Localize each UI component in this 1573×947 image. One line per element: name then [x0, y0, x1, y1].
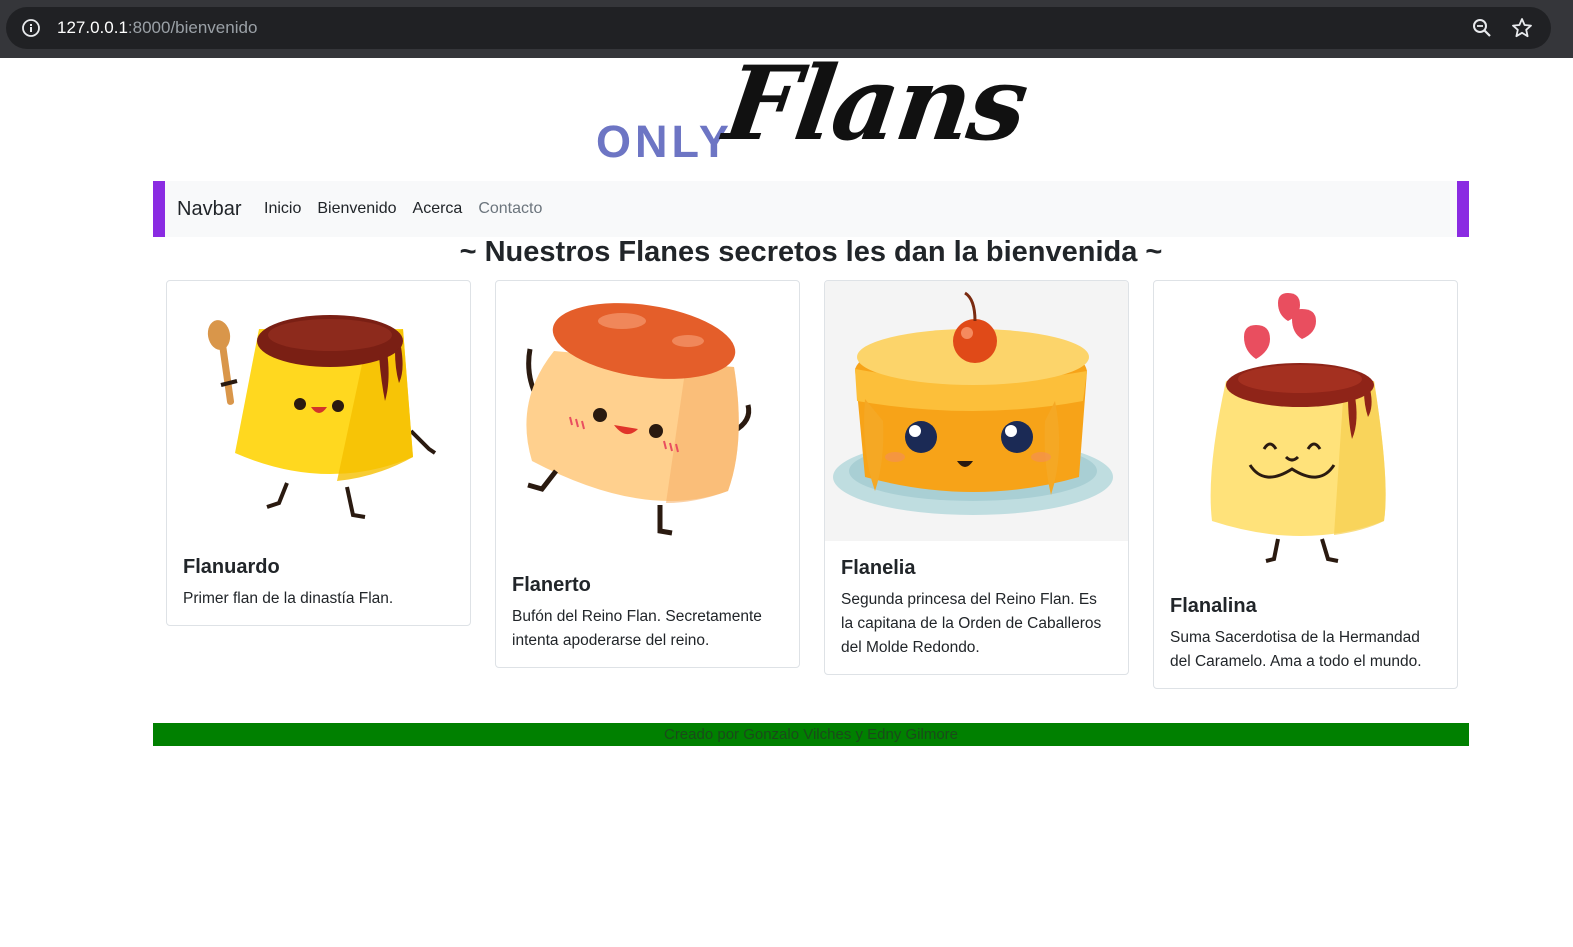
logo-only-text: ONLY — [596, 116, 733, 167]
address-bar[interactable]: 127.0.0.1:8000/bienvenido — [6, 7, 1551, 49]
card-text: Primer flan de la dinastía Flan. — [183, 590, 394, 607]
card-flanuardo: Flanuardo Primer flan de la dinastía Fla… — [166, 280, 471, 626]
nav-link-acerca[interactable]: Acerca — [413, 200, 463, 218]
site-logo: ONLY Flans — [596, 44, 1036, 178]
nav-link-inicio[interactable]: Inicio — [264, 200, 301, 218]
logo-flans-text: Flans — [717, 44, 1034, 164]
url-path: :8000/bienvenido — [127, 18, 258, 37]
flan-yellow-spoon-illustration — [207, 315, 437, 519]
card-title: Flanalina — [1170, 595, 1257, 617]
flan-cherry-princess-illustration — [833, 291, 1113, 515]
card-image-flanerto — [496, 281, 799, 574]
bookmark-star-icon[interactable] — [1511, 17, 1533, 39]
card-text: Bufón del Reino Flan. Secretamente inten… — [512, 608, 762, 649]
nav-link-bienvenido[interactable]: Bienvenido — [317, 200, 396, 218]
card-image-flanalina — [1154, 281, 1457, 595]
card-flanelia: Flanelia Segunda princesa del Reino Flan… — [824, 280, 1129, 675]
card-image-flanuardo — [167, 281, 470, 556]
navbar: Navbar Inicio Bienvenido Acerca Contacto — [153, 181, 1469, 237]
page-heading: ~ Nuestros Flanes secretos les dan la bi… — [459, 236, 1163, 268]
card-title: Flanelia — [841, 557, 916, 579]
flan-hearts-illustration — [1210, 293, 1386, 563]
url-text[interactable]: 127.0.0.1:8000/bienvenido — [57, 18, 257, 38]
card-text: Segunda princesa del Reino Flan. Es la c… — [841, 591, 1102, 656]
page-footer: Creado por Gonzalo Vilches y Edny Gilmor… — [153, 723, 1469, 746]
info-icon[interactable] — [22, 19, 40, 37]
card-title: Flanerto — [512, 574, 591, 596]
url-host: 127.0.0.1 — [57, 18, 128, 37]
nav-links: Inicio Bienvenido Acerca Contacto — [264, 200, 542, 218]
card-flanalina: Flanalina Suma Sacerdotisa de la Hermand… — [1153, 280, 1458, 689]
card-text: Suma Sacerdotisa de la Hermandad del Car… — [1170, 629, 1422, 670]
card-title: Flanuardo — [183, 556, 280, 578]
zoom-icon[interactable] — [1471, 17, 1493, 39]
flan-peach-jumping-illustration — [526, 303, 752, 536]
card-flanerto: Flanerto Bufón del Reino Flan. Secretame… — [495, 280, 800, 668]
nav-link-contacto[interactable]: Contacto — [478, 200, 542, 218]
navbar-brand[interactable]: Navbar — [177, 198, 241, 221]
card-image-flanelia — [825, 281, 1128, 541]
